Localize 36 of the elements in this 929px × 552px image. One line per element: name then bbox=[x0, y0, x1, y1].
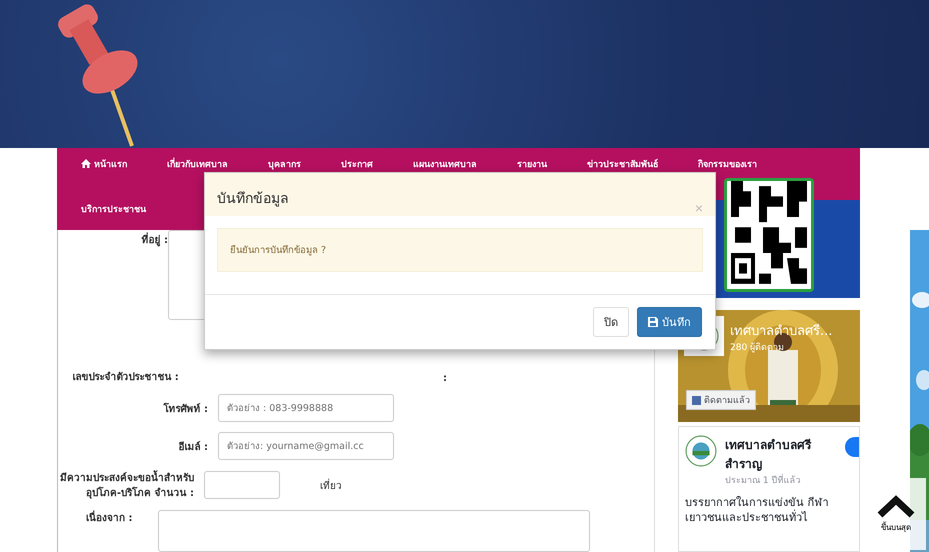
verified-icon bbox=[845, 437, 859, 457]
field-label: โทรศัพท์ : bbox=[162, 402, 208, 416]
confirm-message: ยืนยันการบันทึกข้อมูล ? bbox=[230, 244, 326, 258]
reason-field[interactable] bbox=[158, 510, 590, 552]
field-label: ที่อยู่ : bbox=[58, 230, 168, 247]
follow-button[interactable]: ติดตามแล้ว bbox=[686, 390, 756, 410]
facebook-icon bbox=[692, 396, 701, 404]
chevron-up-icon bbox=[876, 494, 916, 518]
cancel-button[interactable]: ปิด bbox=[593, 307, 629, 337]
unit-label: เที่ยว bbox=[320, 478, 342, 492]
post-author[interactable]: เทศบาลตำบลศรีสำราญ bbox=[725, 435, 825, 473]
nav-link[interactable]: บุคลากร bbox=[268, 157, 301, 170]
logo-icon bbox=[685, 435, 717, 467]
field-label: : bbox=[443, 373, 447, 384]
save-button[interactable]: บันทึก bbox=[637, 307, 702, 337]
input-field[interactable]: ตัวอย่าง : 083-9998888 bbox=[218, 394, 394, 422]
nav-link[interactable]: หน้าแรก bbox=[81, 157, 127, 170]
nav-link[interactable]: บริการประชาชน bbox=[81, 202, 146, 215]
input-field[interactable] bbox=[204, 471, 280, 499]
nav-link[interactable]: ประกาศ bbox=[341, 157, 373, 170]
dialog-title: บันทึกข้อมูล bbox=[217, 191, 289, 207]
field-label: มีความประสงค์จะขอน้ำสำหรับอุปโภค-บริโภค จำนวน : bbox=[44, 470, 194, 500]
follower-count: 280 ผู้ติดตาม bbox=[730, 342, 784, 354]
field-label: เลขประจำตัวประชาชน : bbox=[71, 370, 180, 384]
field-label: เนื่องจาก : bbox=[58, 510, 148, 525]
nav-link[interactable]: แผนงานเทศบาล bbox=[413, 157, 477, 170]
post-time: ประมาณ 1 ปีที่แล้ว bbox=[725, 473, 825, 487]
nav-link[interactable]: เกี่ยวกับเทศบาล bbox=[167, 157, 228, 170]
qr-code-icon bbox=[724, 178, 814, 292]
nav-link[interactable]: รายงาน bbox=[517, 157, 547, 170]
nav-link[interactable]: ข่าวประชาสัมพันธ์ bbox=[587, 157, 658, 170]
input-field[interactable]: ตัวอย่าง: yourname@gmail.cc bbox=[218, 432, 394, 460]
field-label: อีเมล์ : bbox=[178, 440, 208, 454]
nav-link[interactable]: กิจกรรมของเรา bbox=[698, 157, 757, 170]
post-text: บรรยากาศในการแข่งขัน กีฬาเยาวชนและประชาชนทั่วไ bbox=[685, 495, 830, 526]
page-name: เทศบาลตำบลศรี... bbox=[730, 322, 832, 341]
